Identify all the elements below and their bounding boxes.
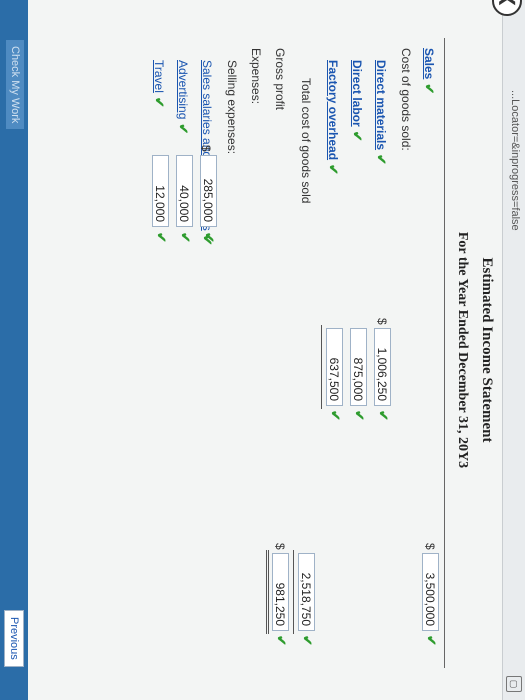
total-rule bbox=[293, 550, 294, 634]
factory-overhead-label[interactable]: Factory overhead bbox=[326, 60, 340, 160]
check-icon: ✔ bbox=[328, 410, 343, 421]
statement-title: Estimated Income Statement bbox=[479, 257, 495, 443]
direct-labor-row: Direct labor ✔ bbox=[347, 60, 365, 142]
browser-url-strip: ...Locator=&inprogress=false ▢ bbox=[502, 0, 525, 700]
check-icon: ✔ bbox=[154, 232, 169, 243]
expenses-header: Expenses: bbox=[249, 48, 263, 105]
advertising-amount[interactable]: 40,000 bbox=[176, 155, 193, 227]
sales-amount[interactable]: 3,500,000 bbox=[422, 553, 439, 631]
check-icon: ✔ bbox=[274, 635, 289, 646]
check-icon: ✔ bbox=[374, 154, 389, 165]
travel-label[interactable]: Travel bbox=[152, 60, 166, 93]
direct-materials-amount[interactable]: 1,006,250 bbox=[374, 328, 391, 406]
gross-profit-double-rule bbox=[266, 550, 269, 634]
direct-materials-label[interactable]: Direct materials bbox=[374, 60, 388, 150]
check-icon: ✔ bbox=[176, 123, 191, 135]
sales-salaries-amount[interactable]: 285,000 bbox=[200, 155, 217, 227]
dollar-sign: $ bbox=[375, 318, 389, 325]
previous-button[interactable]: Previous bbox=[4, 610, 24, 667]
dollar-sign: $ bbox=[423, 543, 437, 550]
sales-label[interactable]: Sales bbox=[422, 48, 436, 79]
factory-overhead-row: Factory overhead ✔ bbox=[323, 60, 341, 175]
gross-profit-label: Gross profit bbox=[273, 48, 287, 111]
sales-row: Sales ✔ bbox=[419, 48, 437, 94]
check-icon: ✔ bbox=[352, 410, 367, 421]
direct-materials-row: Direct materials ✔ bbox=[371, 60, 389, 165]
check-icon: ✔ bbox=[422, 83, 437, 95]
travel-row: Travel ✔ bbox=[149, 60, 167, 108]
factory-overhead-amount[interactable]: 637,500 bbox=[326, 328, 343, 406]
check-icon: ✔ bbox=[424, 635, 439, 646]
selling-expenses-header: Selling expenses: bbox=[225, 60, 239, 155]
check-icon: ✔ bbox=[152, 96, 167, 108]
dollar-sign: $ bbox=[273, 543, 287, 550]
stage: ...Locator=&inprogress=false ▢ Estimated… bbox=[0, 0, 525, 700]
cogs-header: Cost of goods sold: bbox=[399, 48, 413, 151]
footer-bar: Check My Work Previous bbox=[0, 0, 28, 700]
check-icon: ✔ bbox=[178, 232, 193, 243]
check-icon: ✔ bbox=[202, 232, 217, 243]
check-icon: ✔ bbox=[326, 164, 341, 175]
header-rule bbox=[444, 38, 445, 668]
direct-labor-label[interactable]: Direct labor bbox=[350, 60, 364, 127]
total-cogs-label: Total cost of goods sold bbox=[299, 78, 313, 204]
check-my-work-button[interactable]: Check My Work bbox=[6, 40, 24, 130]
advertising-row: Advertising ✔ bbox=[173, 60, 191, 134]
statement-period: For the Year Ended December 31, 20Y3 bbox=[455, 231, 470, 469]
extension-icon[interactable]: ▢ bbox=[506, 676, 522, 692]
check-icon: ✔ bbox=[350, 130, 365, 142]
subtotal-rule bbox=[321, 325, 322, 409]
check-icon: ✔ bbox=[376, 410, 391, 421]
check-icon: ✔ bbox=[300, 635, 315, 646]
travel-amount[interactable]: 12,000 bbox=[152, 155, 169, 227]
direct-labor-amount[interactable]: 875,000 bbox=[350, 328, 367, 406]
total-cogs-amount[interactable]: 2,518,750 bbox=[298, 553, 315, 631]
dollar-sign: $ bbox=[199, 145, 213, 152]
advertising-label[interactable]: Advertising bbox=[176, 60, 190, 119]
url-fragment: ...Locator=&inprogress=false bbox=[509, 90, 521, 231]
gross-profit-amount[interactable]: 981,250 bbox=[272, 553, 289, 631]
